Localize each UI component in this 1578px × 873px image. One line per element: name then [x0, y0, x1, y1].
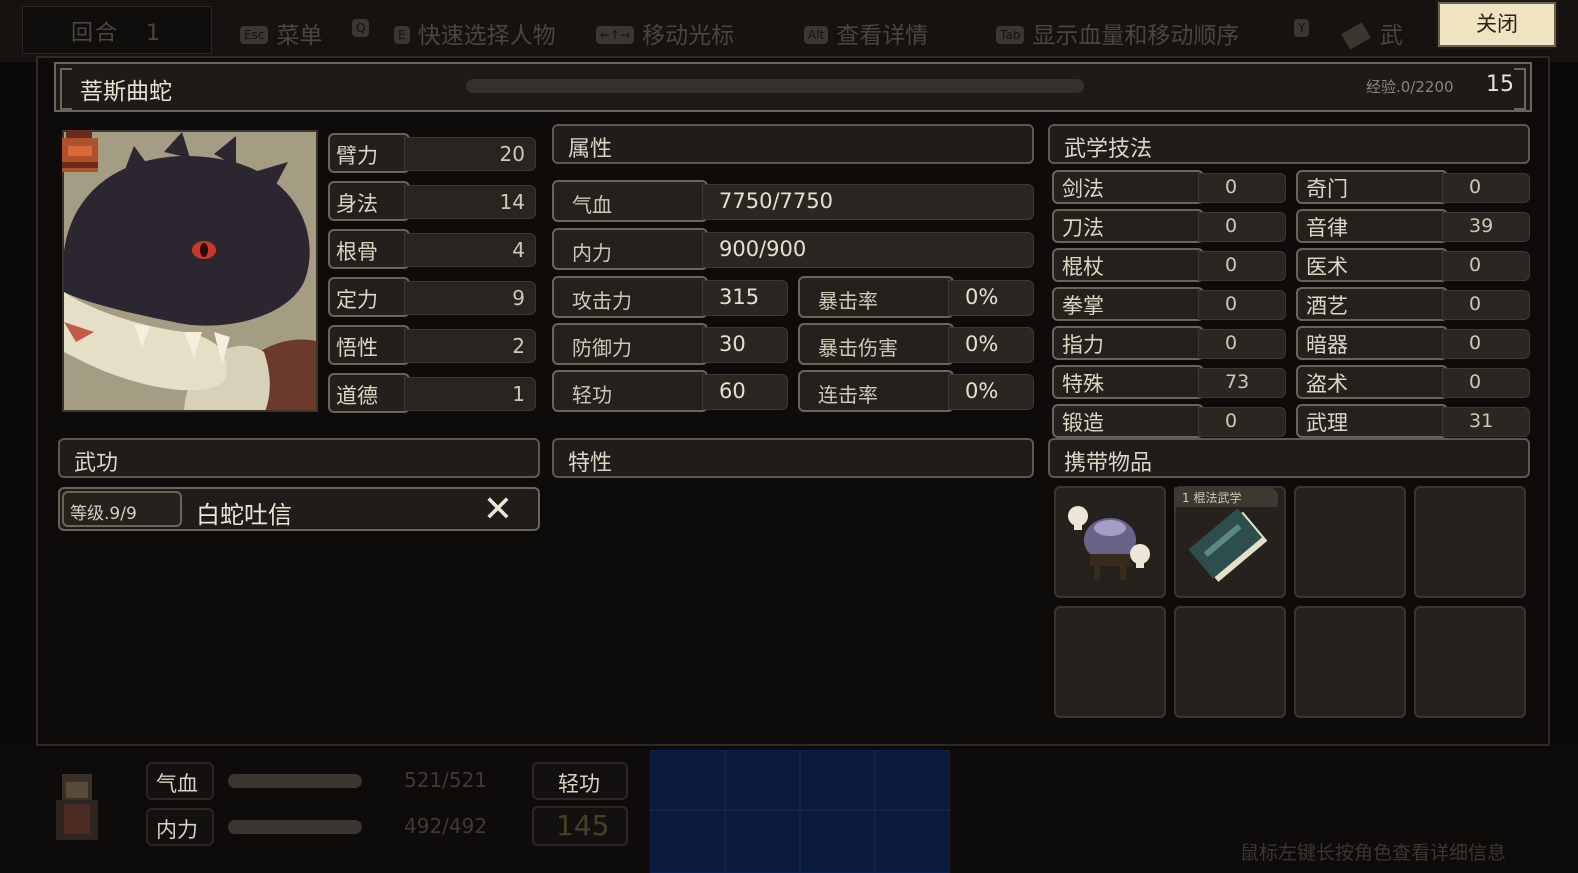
skills-title: 武学技法	[1048, 124, 1530, 164]
attr-combo-rate: 连击率 0%	[798, 370, 1034, 412]
skill-sword: 剑法 0	[1052, 170, 1286, 204]
inventory-slot-3[interactable]	[1294, 486, 1406, 598]
close-icon[interactable]: ✕	[478, 492, 518, 529]
top-hud: 回合 1 Esc 菜单 Q E 快速选择人物 ←↑→ 移动光标 Alt 查看详情 Tab…	[0, 0, 1578, 62]
stat-agility: 身法 14	[328, 181, 536, 221]
hint-move-cursor[interactable]: ←↑→ 移动光标	[596, 16, 734, 50]
player-avatar[interactable]	[44, 760, 114, 850]
attr-hp: 气血 7750/7750	[552, 180, 1034, 222]
hint-menu[interactable]: Esc 菜单	[240, 16, 322, 50]
inventory-slot-4[interactable]	[1414, 486, 1526, 598]
martial-art-level: 等级.9/9	[62, 491, 182, 527]
hint-quick-select[interactable]: E 快速选择人物	[394, 16, 556, 50]
skill-martial-theory: 武理 31	[1296, 404, 1530, 438]
stat-composure: 定力 9	[328, 277, 536, 317]
skill-fist: 拳掌 0	[1052, 287, 1286, 321]
hint-show-hp-order[interactable]: Tab 显示血量和移动顺序	[996, 16, 1239, 50]
bottom-qinggong-label: 轻功	[532, 762, 628, 800]
name-bar: 菩斯曲蛇 经验.0/2200 15	[54, 62, 1532, 112]
bottom-hint: 鼠标左键长按角色查看详细信息	[1240, 842, 1507, 864]
exp-text: 经验.0/2200	[1366, 78, 1454, 96]
round-counter: 回合 1	[22, 6, 212, 54]
item-tag: 1 棍法武学	[1174, 487, 1278, 507]
poison-cauldron-icon	[1068, 506, 1150, 580]
stat-morality: 道德 1	[328, 373, 536, 413]
skill-blade: 刀法 0	[1052, 209, 1286, 243]
skill-music: 音律 39	[1296, 209, 1530, 243]
skill-medicine: 医术 0	[1296, 248, 1530, 282]
stat-insight: 悟性 2	[328, 325, 536, 365]
skill-forging: 锻造 0	[1052, 404, 1286, 438]
book-icon	[1341, 22, 1371, 50]
inventory-slot-8[interactable]	[1414, 606, 1526, 718]
round-label: 回合	[71, 21, 120, 46]
stat-strength: 臂力 20	[328, 133, 536, 173]
hint-martial[interactable]: 武	[1341, 16, 1403, 50]
skill-finger: 指力 0	[1052, 326, 1286, 360]
skill-staff: 棍杖 0	[1052, 248, 1286, 282]
bottom-hp-value: 521/521	[404, 768, 488, 792]
attr-qinggong: 轻功 60	[552, 370, 788, 412]
character-level: 15	[1486, 72, 1514, 97]
attr-defense: 防御力 30	[552, 323, 788, 365]
bottom-qinggong-value: 145	[532, 806, 628, 846]
skill-qimen: 奇门 0	[1296, 170, 1530, 204]
attr-attack: 攻击力 315	[552, 276, 788, 318]
skill-hidden-weapon: 暗器 0	[1296, 326, 1530, 360]
exp-progress-bar	[466, 79, 1084, 93]
round-value: 1	[146, 21, 163, 46]
attr-crit-damage: 暴击伤害 0%	[798, 323, 1034, 365]
inventory-slot-6[interactable]	[1174, 606, 1286, 718]
close-button[interactable]: 关闭	[1436, 0, 1558, 49]
martial-art-item[interactable]: 等级.9/9 白蛇吐信 ✕	[58, 487, 540, 531]
inventory-title: 携带物品	[1048, 438, 1530, 478]
bottom-mp-bar	[228, 820, 362, 834]
bottom-mp-value: 492/492	[404, 814, 488, 838]
stat-constitution: 根骨 4	[328, 229, 536, 269]
martial-art-name: 白蛇吐信	[196, 501, 292, 529]
character-name: 菩斯曲蛇	[80, 79, 172, 105]
hint-q[interactable]: Q	[352, 16, 377, 42]
bottom-mp-label: 内力	[146, 808, 214, 846]
skill-theft: 盗术 0	[1296, 365, 1530, 399]
inventory-slot-7[interactable]	[1294, 606, 1406, 718]
bottom-hp-bar	[228, 774, 362, 788]
attributes-title: 属性	[552, 124, 1034, 164]
traits-title: 特性	[552, 438, 1034, 478]
skill-wine: 酒艺 0	[1296, 287, 1530, 321]
inventory-slot-5[interactable]	[1054, 606, 1166, 718]
hint-view-details[interactable]: Alt 查看详情	[804, 16, 928, 50]
skill-special: 特殊 73	[1052, 365, 1286, 399]
martial-arts-title: 武功	[58, 438, 540, 478]
hint-y[interactable]: Y	[1294, 16, 1317, 42]
battle-grid[interactable]	[650, 750, 950, 873]
backpack-icon[interactable]	[56, 122, 116, 182]
inventory-slot-1[interactable]	[1054, 486, 1166, 598]
attr-mp: 内力 900/900	[552, 228, 1034, 270]
bottom-hp-label: 气血	[146, 762, 214, 800]
attr-crit-rate: 暴击率 0%	[798, 276, 1034, 318]
